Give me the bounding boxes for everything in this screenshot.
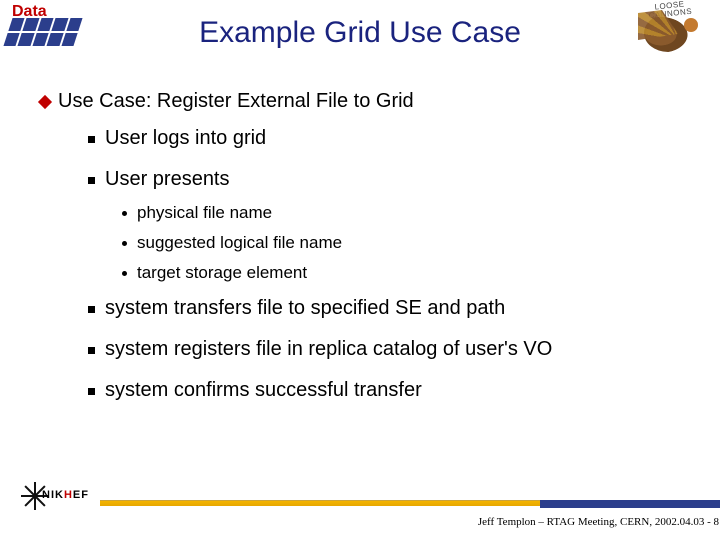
- square-bullet-icon: [88, 136, 95, 143]
- subitem-text: target storage element: [137, 263, 307, 283]
- step-text: system registers file in replica catalog…: [105, 338, 552, 361]
- dot-bullet-icon: [122, 271, 127, 276]
- step-text: User presents: [105, 168, 230, 191]
- nikhef-text: NIKHEF: [42, 490, 89, 501]
- square-bullet-icon: [88, 177, 95, 184]
- subitem-text: physical file name: [137, 203, 272, 223]
- dot-bullet-icon: [122, 211, 127, 216]
- footer-rule: [100, 500, 720, 506]
- square-bullet-icon: [88, 347, 95, 354]
- footer-text: Jeff Templon – RTAG Meeting, CERN, 2002.…: [478, 517, 719, 528]
- list-item: system transfers file to specified SE an…: [88, 297, 690, 320]
- list-item: physical file name: [122, 203, 690, 223]
- square-bullet-icon: [88, 306, 95, 313]
- list-item: suggested logical file name: [122, 233, 690, 253]
- step-text: system confirms successful transfer: [105, 379, 422, 402]
- list-item: target storage element: [122, 263, 690, 283]
- nikhef-logo: NIKHEF: [20, 482, 80, 516]
- list-item: system registers file in replica catalog…: [88, 338, 690, 361]
- diamond-bullet-icon: [38, 95, 52, 109]
- nikhef-h: H: [64, 489, 73, 501]
- slide-title: Example Grid Use Case: [0, 16, 720, 50]
- list-item: system confirms successful transfer: [88, 379, 690, 402]
- square-bullet-icon: [88, 388, 95, 395]
- use-case-heading: Use Case: Register External File to Grid: [58, 90, 414, 113]
- nikhef-post: EF: [73, 489, 89, 501]
- step-text: User logs into grid: [105, 127, 266, 150]
- presents-sublist: physical file name suggested logical fil…: [122, 203, 690, 283]
- dot-bullet-icon: [122, 241, 127, 246]
- step-text: system transfers file to specified SE an…: [105, 297, 505, 320]
- use-case-heading-row: Use Case: Register External File to Grid: [40, 90, 690, 113]
- list-item: User presents: [88, 168, 690, 191]
- list-item: User logs into grid: [88, 127, 690, 150]
- use-case-step-list: User logs into grid User presents physic…: [88, 127, 690, 402]
- subitem-text: suggested logical file name: [137, 233, 342, 253]
- slide-body: Use Case: Register External File to Grid…: [40, 90, 690, 420]
- nikhef-pre: NIK: [42, 489, 64, 501]
- slide: Data LOOSE CANNONS Example Grid Use Case…: [0, 0, 720, 540]
